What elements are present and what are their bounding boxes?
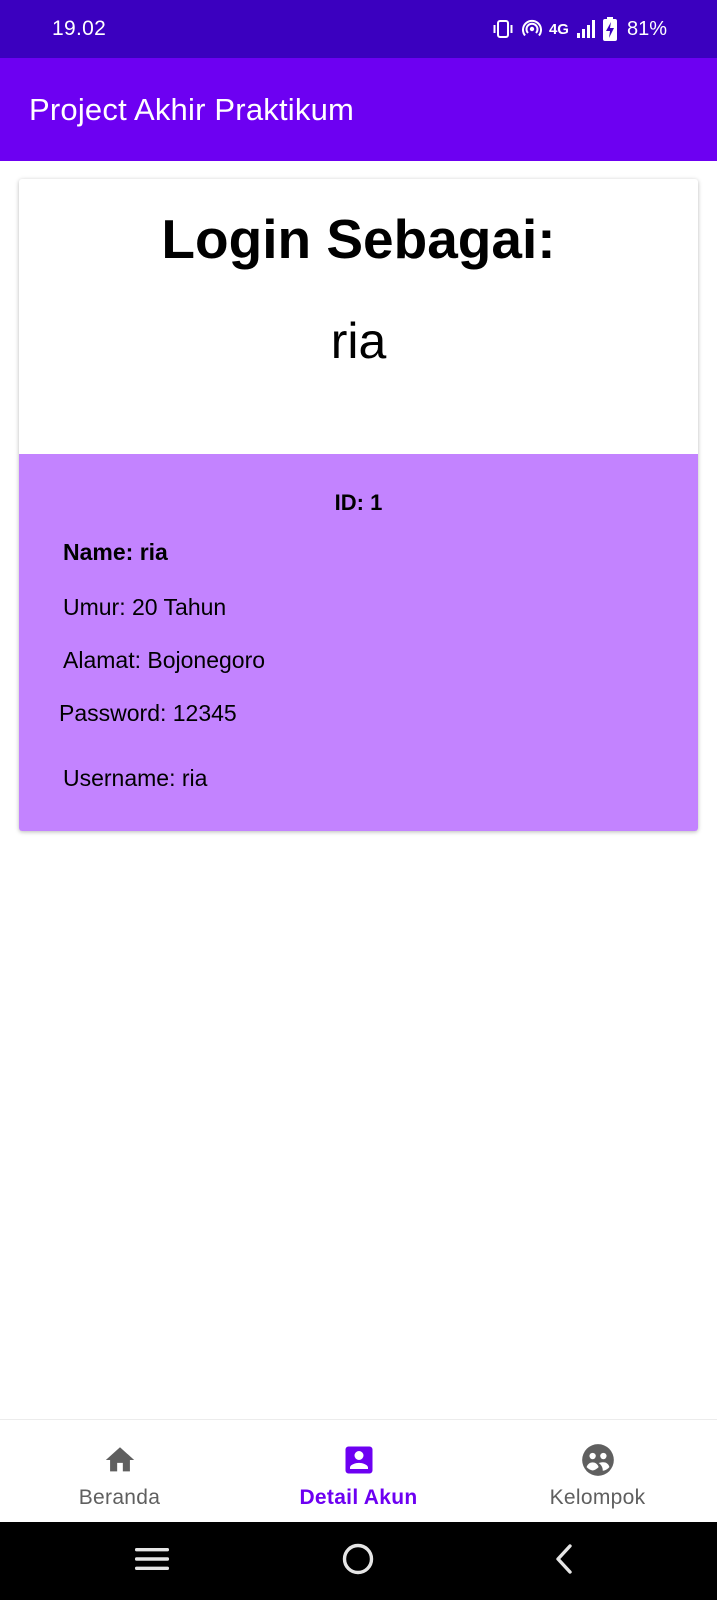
signal-icon xyxy=(576,19,596,39)
circle-home-icon xyxy=(341,1542,375,1581)
account-address: Alamat: Bojonegoro xyxy=(63,647,266,673)
home-icon xyxy=(100,1440,140,1480)
recent-apps-button[interactable] xyxy=(120,1522,184,1600)
hotspot-icon xyxy=(522,19,542,39)
account-username: Username: ria xyxy=(63,765,208,791)
nav-item-kelompok[interactable]: Kelompok xyxy=(478,1420,717,1522)
account-details: ID: 1 Name: ria Umur: 20 Tahun Alamat: B… xyxy=(19,454,698,831)
status-bar: 19.02 4G 81% xyxy=(0,0,717,58)
status-time: 19.02 xyxy=(52,17,107,40)
nav-item-detail-akun[interactable]: Detail Akun xyxy=(239,1420,478,1522)
account-id: ID: 1 xyxy=(334,490,383,515)
network-type: 4G xyxy=(548,20,569,38)
nav-label-kelompok: Kelompok xyxy=(549,1486,646,1509)
battery-charging-icon xyxy=(602,17,617,41)
logged-username: ria xyxy=(330,313,387,369)
account-password: Password: 12345 xyxy=(59,700,237,726)
nav-label-detail-akun: Detail Akun xyxy=(299,1486,418,1509)
account-age: Umur: 20 Tahun xyxy=(63,594,227,620)
status-icons: 4G 81% xyxy=(491,17,667,41)
system-navigation-bar xyxy=(0,1522,717,1600)
group-icon xyxy=(578,1440,618,1480)
menu-icon xyxy=(135,1545,169,1578)
bottom-navigation: Beranda Detail Akun Kelompok xyxy=(0,1419,717,1522)
nav-item-beranda[interactable]: Beranda xyxy=(0,1420,239,1522)
battery-percent: 81% xyxy=(626,17,667,40)
account-card: Login Sebagai: ria ID: 1 Name: ria Umur:… xyxy=(19,179,698,831)
home-button[interactable] xyxy=(326,1522,390,1600)
back-chevron-icon xyxy=(552,1543,576,1580)
app-bar: Project Akhir Praktikum xyxy=(0,58,717,161)
nav-label-beranda: Beranda xyxy=(78,1486,161,1509)
account-name: Name: ria xyxy=(63,539,168,565)
vibrate-icon xyxy=(491,19,515,39)
back-button[interactable] xyxy=(532,1522,596,1600)
login-heading: Login Sebagai: xyxy=(161,208,556,270)
account-box-icon xyxy=(339,1440,379,1480)
app-title: Project Akhir Praktikum xyxy=(29,91,355,127)
login-header: Login Sebagai: ria xyxy=(19,179,698,454)
